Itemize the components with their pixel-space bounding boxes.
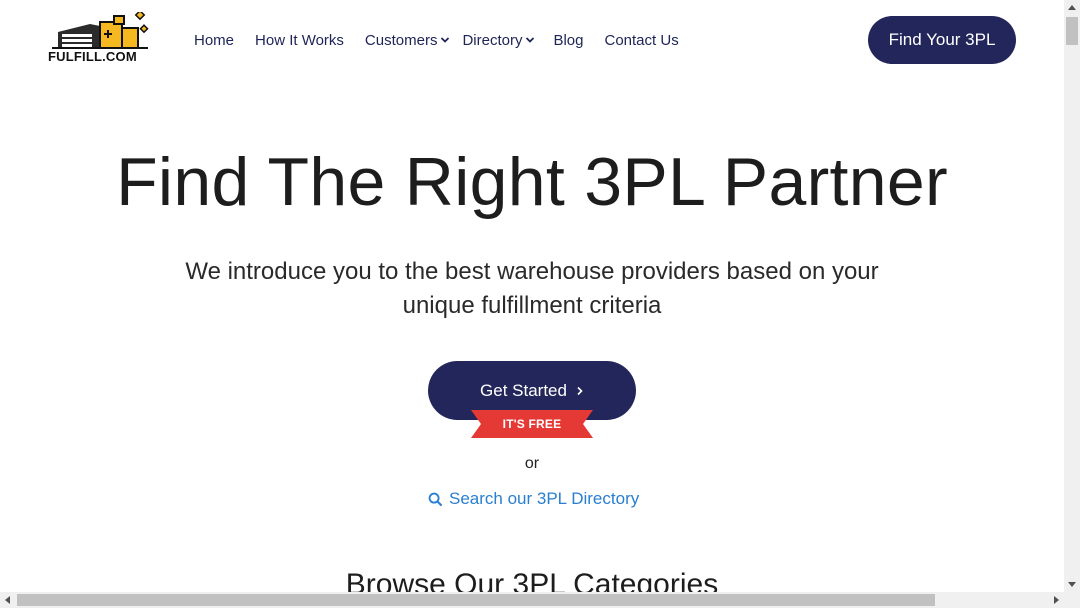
scroll-right-arrow-icon[interactable] <box>1048 592 1064 608</box>
vertical-scrollbar[interactable] <box>1064 0 1080 592</box>
hero-title: Find The Right 3PL Partner <box>116 144 948 220</box>
scroll-left-arrow-icon[interactable] <box>0 592 16 608</box>
free-ribbon-label: IT'S FREE <box>502 417 562 431</box>
chevron-down-icon <box>526 37 535 43</box>
search-directory-link[interactable]: Search our 3PL Directory <box>428 489 639 509</box>
horizontal-scrollbar[interactable] <box>0 592 1080 608</box>
or-separator: or <box>524 455 540 472</box>
chevron-right-icon <box>577 386 583 395</box>
logo[interactable]: FULFILL.COM <box>48 9 152 66</box>
warehouse-logo-icon <box>52 9 149 49</box>
nav-how-it-works-label: How It Works <box>255 31 344 49</box>
nav-contact-us[interactable]: Contact Us <box>605 32 679 49</box>
find-your-3pl-button[interactable]: Find Your 3PL <box>868 16 1016 64</box>
nav-directory-label: Directory <box>462 31 523 49</box>
hero-subtitle: We introduce you to the best warehouse p… <box>185 258 879 319</box>
main-nav: Home How It Works Customers Directory Bl… <box>194 31 700 49</box>
logo-text: FULFILL.COM <box>48 49 137 64</box>
search-icon <box>428 492 443 506</box>
nav-customers-label: Customers <box>364 31 438 49</box>
nav-how-it-works[interactable]: How It Works <box>255 32 344 49</box>
find-your-3pl-label: Find Your 3PL <box>888 30 996 49</box>
nav-contact-us-label: Contact Us <box>604 31 679 49</box>
nav-home[interactable]: Home <box>194 32 234 49</box>
chevron-down-icon <box>441 37 450 43</box>
get-started-label: Get Started <box>480 380 567 400</box>
nav-blog-label: Blog <box>553 31 584 49</box>
nav-home-label: Home <box>194 31 235 49</box>
nav-customers[interactable]: Customers <box>365 32 451 49</box>
search-directory-label: Search our 3PL Directory <box>449 489 640 508</box>
nav-blog[interactable]: Blog <box>553 32 583 49</box>
horizontal-scroll-thumb[interactable] <box>17 594 935 606</box>
scroll-up-arrow-icon[interactable] <box>1064 0 1080 16</box>
vertical-scroll-thumb[interactable] <box>1066 17 1078 45</box>
scroll-down-arrow-icon[interactable] <box>1064 576 1080 592</box>
nav-directory[interactable]: Directory <box>462 32 535 49</box>
